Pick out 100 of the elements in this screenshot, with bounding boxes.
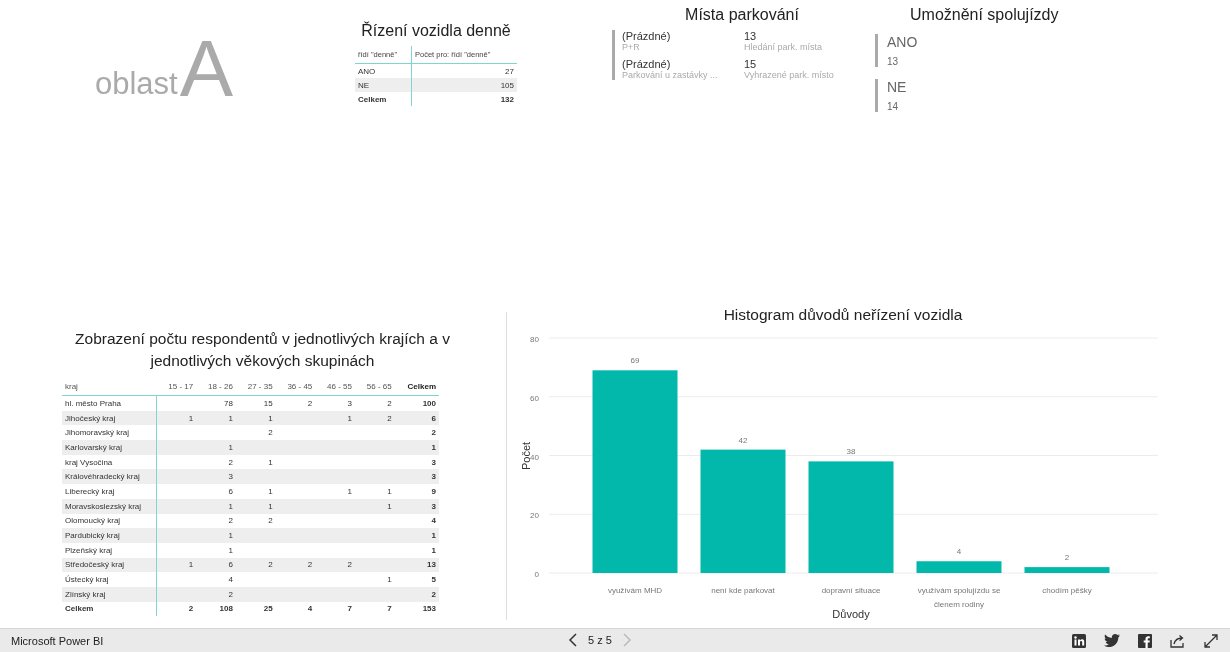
column-header[interactable]: Celkem bbox=[394, 378, 439, 396]
category-label: využívám spolujízdu se členem rodiny bbox=[917, 586, 1001, 609]
column-header[interactable]: kraj bbox=[62, 378, 157, 396]
table-cell: 27 bbox=[411, 63, 517, 78]
card-label: Hledání park. místa bbox=[744, 42, 824, 52]
column-header[interactable]: 46 - 55 bbox=[315, 378, 355, 396]
table-cell: Celkem bbox=[355, 92, 412, 106]
page-indicator: 5 z 5 bbox=[588, 634, 612, 646]
table-cell: 153 bbox=[422, 604, 436, 614]
table-cell: 2 bbox=[188, 604, 194, 614]
table-cell: 2 bbox=[268, 560, 273, 570]
table-cell: 1 bbox=[387, 575, 392, 585]
table-cell: 2 bbox=[268, 516, 273, 526]
table-cell: 1 bbox=[228, 442, 233, 452]
card-label: Parkování u zastávky ... bbox=[622, 70, 719, 80]
previous-page-icon[interactable] bbox=[568, 633, 578, 647]
fullscreen-icon[interactable] bbox=[1204, 633, 1218, 648]
table-cell: NE bbox=[355, 78, 412, 92]
bird-icon[interactable] bbox=[1104, 634, 1120, 647]
table-cell: 1 bbox=[268, 501, 273, 511]
table-cell: 2 bbox=[268, 428, 273, 438]
table-cell: 1 bbox=[268, 486, 273, 496]
table-cell: 1 bbox=[228, 531, 233, 541]
table-cell: 2 bbox=[431, 428, 436, 438]
column-header[interactable]: 15 - 17 bbox=[156, 378, 197, 396]
category-label: dopravní situace bbox=[821, 586, 881, 595]
table-cell: hl. město Praha bbox=[65, 398, 122, 408]
table-cell: 78 bbox=[224, 398, 233, 408]
table-cell: 1 bbox=[188, 560, 194, 570]
card-value: 15 bbox=[744, 58, 758, 70]
table-cell: 7 bbox=[347, 604, 352, 614]
axis-tick-label: 60 bbox=[530, 393, 539, 403]
table-cell: 100 bbox=[422, 398, 436, 408]
table-cell: 4 bbox=[307, 604, 313, 614]
table-cell: 3 bbox=[228, 472, 233, 482]
table-cell: 15 bbox=[263, 398, 273, 408]
column-header[interactable]: 36 - 45 bbox=[275, 378, 316, 396]
table-cell: 6 bbox=[431, 413, 436, 423]
table-cell: 1 bbox=[228, 413, 233, 423]
table-cell: 6 bbox=[228, 486, 233, 496]
table-cell: 2 bbox=[307, 560, 313, 570]
table-cell: Královéhradecký kraj bbox=[65, 472, 140, 482]
category-label: chodím pěšky bbox=[1042, 586, 1092, 595]
table-cell: 1 bbox=[387, 486, 392, 496]
table-cell: 3 bbox=[431, 472, 436, 482]
table-cell: 1 bbox=[268, 457, 273, 467]
data-label: 42 bbox=[738, 435, 748, 445]
share-icon[interactable] bbox=[1170, 633, 1186, 648]
table-cell: 1 bbox=[431, 545, 436, 555]
card-label: P+R bbox=[622, 42, 641, 52]
table-cell: 2 bbox=[387, 398, 392, 408]
table-cell: 2 bbox=[228, 516, 233, 526]
card-label: Vyhrazené park. místo bbox=[744, 70, 835, 80]
table-cell: Karlovarský kraj bbox=[65, 442, 122, 452]
table-cell: Liberecký kraj bbox=[65, 486, 115, 496]
table-cell: Plzeňský kraj bbox=[65, 545, 113, 555]
data-label: 4 bbox=[956, 547, 962, 557]
data-label: 2 bbox=[1064, 553, 1070, 563]
table-cell: Olomoucký kraj bbox=[65, 516, 121, 526]
table-cell: Jihočeský kraj bbox=[65, 413, 116, 423]
table-cell: 2 bbox=[228, 457, 233, 467]
column-header[interactable]: 56 - 65 bbox=[355, 378, 395, 396]
data-label: 38 bbox=[846, 447, 856, 457]
table-cell: 1 bbox=[268, 413, 273, 423]
card-value: 13 bbox=[887, 56, 900, 67]
table-cell: Moravskoslezský kraj bbox=[65, 501, 141, 511]
table-cell: Zlínský kraj bbox=[65, 589, 106, 599]
table-cell: Celkem bbox=[65, 604, 94, 614]
table-title: Řízení vozidla denně bbox=[360, 22, 512, 40]
axis-title: Důvody bbox=[832, 608, 870, 620]
table-cell: 108 bbox=[219, 604, 233, 614]
axis-tick-label: 0 bbox=[534, 570, 539, 579]
table-cell: 3 bbox=[347, 398, 352, 408]
brand-text: Microsoft Power BI bbox=[11, 634, 104, 647]
category-label: není kde parkovat bbox=[711, 586, 775, 595]
facebook-icon[interactable] bbox=[1138, 633, 1152, 648]
column-header[interactable]: 18 - 26 bbox=[196, 378, 236, 396]
table-cell: 132 bbox=[411, 92, 517, 106]
table-cell: 13 bbox=[427, 560, 436, 570]
table-cell: 3 bbox=[431, 501, 436, 511]
table-cell: 2 bbox=[387, 413, 392, 423]
table-cell: 1 bbox=[188, 413, 194, 423]
table-cell: 1 bbox=[228, 501, 233, 511]
data-label: 69 bbox=[630, 356, 640, 366]
table-cell: 5 bbox=[431, 575, 436, 585]
table-cell: 1 bbox=[228, 545, 233, 555]
table-cell: 4 bbox=[228, 575, 233, 585]
axis-tick-label: 40 bbox=[530, 452, 539, 462]
table-cell: 2 bbox=[431, 589, 436, 599]
column-header[interactable]: 27 - 35 bbox=[235, 378, 276, 396]
table-cell: Středočeský kraj bbox=[65, 560, 125, 570]
category-label: využívám MHD bbox=[607, 586, 663, 595]
table-cell: 1 bbox=[431, 531, 436, 541]
table-cell: 9 bbox=[431, 486, 436, 496]
card-value: (Prázdné) bbox=[622, 30, 672, 42]
table-cell: 4 bbox=[431, 516, 436, 526]
card-value: (Prázdné) bbox=[622, 58, 672, 70]
table-cell: 1 bbox=[347, 413, 352, 423]
linkedin-icon[interactable] bbox=[1072, 633, 1086, 648]
table-cell: 2 bbox=[307, 398, 313, 408]
